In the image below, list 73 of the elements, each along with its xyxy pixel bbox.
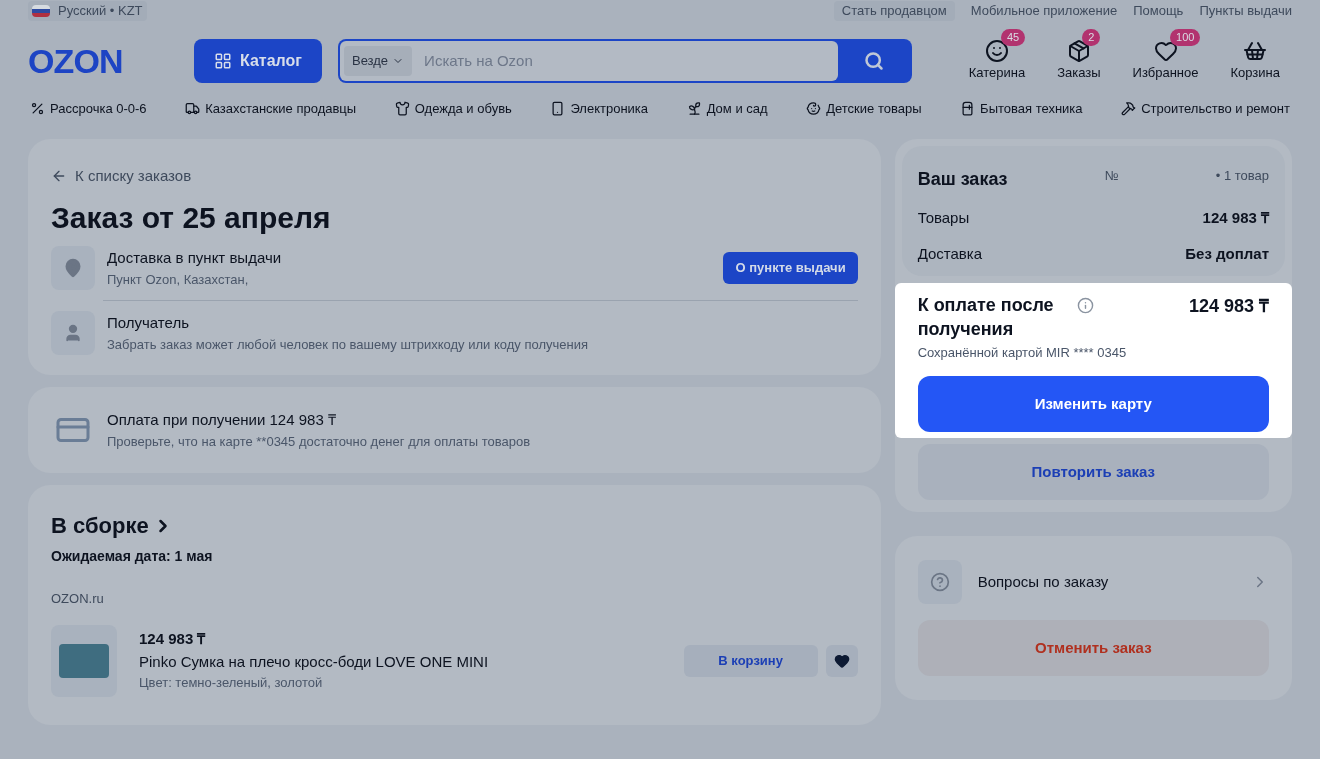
grid-icon — [214, 52, 232, 70]
flag-icon — [32, 5, 50, 17]
category-link[interactable]: Дом и сад — [686, 99, 768, 119]
shipment-status-link[interactable]: В сборке — [51, 509, 858, 542]
page-title: Заказ от 25 апреля — [51, 200, 332, 236]
category-link[interactable]: Бытовая техника — [960, 99, 1083, 119]
search-field[interactable]: Везде Искать на Ozon — [340, 41, 838, 81]
top-link[interactable]: Пункты выдачи — [1199, 1, 1292, 21]
shirt-icon — [394, 101, 410, 117]
question-icon — [917, 560, 962, 604]
header-action[interactable]: Корзина — [1218, 29, 1292, 83]
summary-value: 124 983 ₸ — [1202, 207, 1269, 228]
order-questions-link[interactable]: Вопросы по заказу — [917, 560, 1269, 604]
count-badge: 100 — [1170, 29, 1201, 46]
header-action[interactable]: Катерина 45 — [956, 29, 1038, 83]
category-link[interactable]: Строительство и ремонт — [1121, 99, 1290, 119]
summary-label: Товары — [917, 207, 970, 228]
search-scope-dropdown[interactable]: Везде — [344, 46, 413, 76]
top-link[interactable]: Стать продавцом — [833, 1, 955, 21]
summary-value: Без доплат — [1185, 244, 1269, 264]
seller-name: OZON.ru — [51, 590, 105, 608]
percent-icon — [30, 101, 45, 117]
catalog-button[interactable]: Каталог — [194, 39, 322, 83]
expected-date: Ожидаемая дата: 1 мая — [51, 547, 214, 566]
logo[interactable]: OZON — [28, 35, 178, 87]
payment-note: Проверьте, что на карте **0345 достаточно денег для оплаты товаров — [107, 432, 531, 451]
category-link[interactable]: Детские товары — [806, 99, 922, 119]
delivery-title: Доставка в пункт выдачи — [107, 248, 282, 268]
summary-label: Доставка — [917, 244, 983, 264]
back-link[interactable]: К списку заказов — [51, 164, 858, 187]
person-icon — [51, 311, 95, 355]
change-card-button[interactable]: Изменить карту — [917, 376, 1269, 432]
truck-icon — [185, 101, 201, 117]
hammer-icon — [1121, 101, 1137, 117]
add-to-cart-button[interactable]: В корзину — [683, 644, 818, 677]
header-action[interactable]: Заказы 2 — [1045, 29, 1113, 83]
summary-title: Ваш заказ — [917, 167, 1008, 191]
favorite-button[interactable] — [825, 644, 858, 677]
header-action[interactable]: Избранное 100 — [1120, 29, 1211, 83]
heart-icon — [1153, 39, 1178, 64]
category-link[interactable]: Электроника — [550, 99, 649, 119]
saved-card-note: Сохранённой картой MIR **** 0345 — [917, 343, 1128, 362]
box-icon — [1066, 39, 1091, 64]
count-badge: 45 — [1000, 29, 1026, 46]
recipient-title: Получатель — [107, 313, 190, 333]
delivery-address: Пункт Ozon, Казахстан, — [107, 270, 250, 289]
pay-amount: 124 983 ₸ — [1188, 294, 1269, 318]
locale-selector[interactable]: Русский • KZT — [28, 1, 147, 21]
product-color: Цвет: темно-зеленый, золотой — [139, 674, 324, 693]
category-link[interactable]: Рассрочка 0-0-6 — [30, 99, 147, 119]
pickup-info-button[interactable]: О пункте выдачи — [723, 252, 858, 284]
order-number-label: № — [1104, 166, 1119, 185]
pay-title: К оплате после получения — [917, 293, 1055, 341]
fridge-icon — [960, 101, 976, 117]
baby-face-icon — [806, 101, 822, 117]
category-link[interactable]: Казахстанские продавцы — [185, 99, 357, 119]
heart-icon — [833, 652, 850, 669]
product-name[interactable]: Pinko Сумка на плечо кросс-боди LOVE ONE MINI — [139, 650, 662, 674]
top-link[interactable]: Мобильное приложение — [970, 1, 1118, 21]
category-link[interactable]: Одежда и обувь — [394, 99, 512, 119]
count-badge: 2 — [1082, 29, 1101, 46]
info-icon — [1076, 296, 1094, 314]
search-icon — [864, 51, 884, 71]
recipient-note: Забрать заказ может любой человек по вашему штрихкоду или коду получения — [107, 335, 588, 354]
top-link[interactable]: Помощь — [1133, 1, 1184, 21]
phone-icon — [550, 101, 566, 117]
product-price: 124 983 ₸ — [139, 629, 207, 650]
payment-title: Оплата при получении 124 983 ₸ — [107, 410, 337, 430]
repeat-order-button[interactable]: Повторить заказ — [917, 444, 1269, 500]
pin-icon — [51, 246, 95, 290]
item-count: • 1 товар — [1215, 166, 1269, 185]
face-icon — [984, 39, 1009, 64]
sprout-icon — [686, 101, 702, 117]
